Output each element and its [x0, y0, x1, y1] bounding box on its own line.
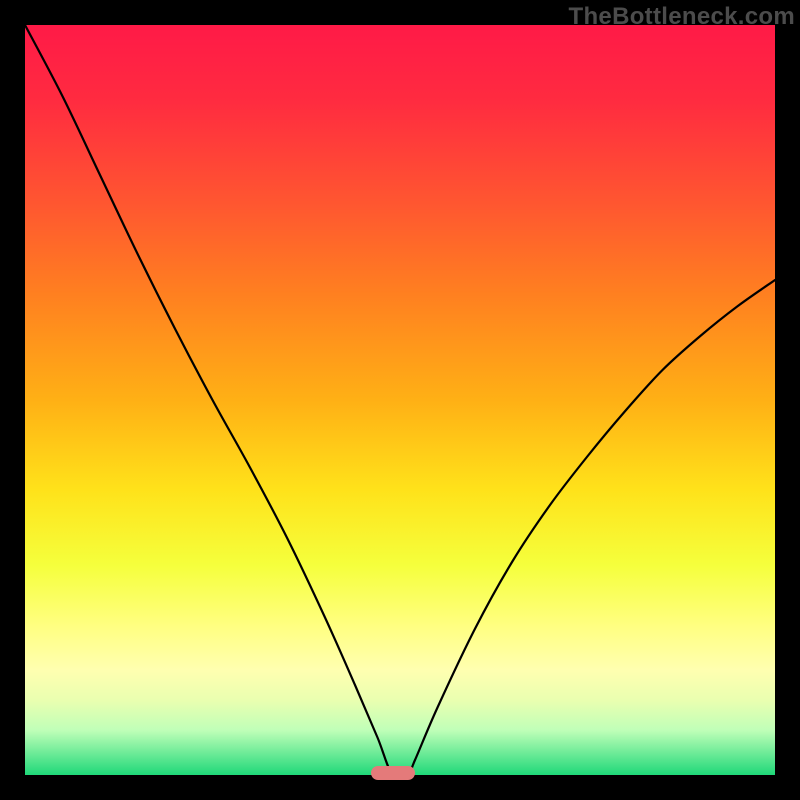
chart-frame: TheBottleneck.com	[0, 0, 800, 800]
bottleneck-curve	[25, 25, 775, 775]
optimum-marker	[371, 766, 415, 780]
